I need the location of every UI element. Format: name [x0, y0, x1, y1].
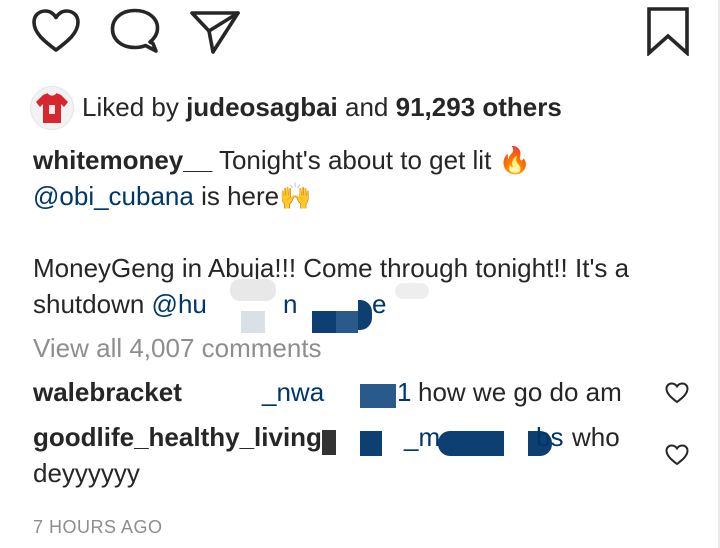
- comment-2-text: who: [572, 422, 620, 452]
- comment-1-username[interactable]: walebracket: [33, 377, 182, 407]
- bookmark-save-icon[interactable]: [646, 6, 690, 56]
- caption-line-4: shutdown @hu: [33, 288, 207, 320]
- comment-2-username[interactable]: goodlife_healthy_living: [33, 422, 322, 452]
- comment-bubble-icon[interactable]: [109, 7, 161, 55]
- caption-text-1: Tonight's about to get lit: [218, 145, 492, 175]
- jersey-avatar-icon: [36, 92, 68, 123]
- comment-2: goodlife_healthy_living: [33, 421, 322, 453]
- redaction-block: [360, 384, 396, 408]
- caption-text-4: shutdown: [33, 289, 145, 319]
- caption-mention-obi-cubana[interactable]: @obi_cubana: [33, 181, 194, 211]
- liker-avatar[interactable]: [30, 86, 74, 130]
- likes-text: Liked by judeosagbai and 91,293 others: [82, 93, 562, 121]
- redaction-block: [438, 431, 504, 456]
- likes-prefix: Liked by: [82, 92, 179, 122]
- comment-2-mention-fragment[interactable]: _m: [404, 421, 440, 453]
- like-heart-icon[interactable]: [30, 8, 82, 54]
- caption-line-2: @obi_cubana is here🙌: [33, 180, 312, 212]
- caption-text-2: is here: [201, 181, 280, 211]
- redaction-block: [241, 311, 265, 333]
- caption-username[interactable]: whitemoney__: [33, 145, 212, 175]
- likes-summary[interactable]: Liked by judeosagbai and 91,293 others: [30, 86, 690, 130]
- comment-1-mention-fragment[interactable]: _nwa: [262, 376, 324, 408]
- comment-1: walebracket: [33, 376, 182, 408]
- comment-1-like-heart-icon[interactable]: [664, 381, 690, 405]
- post-timestamp: 7 HOURS AGO: [33, 517, 163, 537]
- share-paper-plane-icon[interactable]: [188, 9, 242, 55]
- redaction-block: [322, 430, 336, 455]
- comment-2-like-heart-icon[interactable]: [664, 443, 690, 467]
- comment-1-mention-fragment-2[interactable]: 1: [397, 376, 411, 408]
- redaction-block: [395, 283, 429, 299]
- comment-2-mention-fragment-2[interactable]: bs: [536, 421, 563, 453]
- caption-mention-fragment[interactable]: @hu: [152, 289, 207, 319]
- redaction-block: [360, 431, 382, 456]
- caption-mention-fragment-3[interactable]: e: [372, 288, 386, 320]
- raised-hands-emoji-icon: 🙌: [279, 181, 312, 211]
- comment-1-text: how we go do am: [418, 377, 622, 407]
- likes-conjunction: and: [345, 92, 389, 122]
- liker-username[interactable]: judeosagbai: [186, 92, 338, 122]
- caption-line-3: MoneyGeng in Abuja!!! Come through tonig…: [33, 253, 630, 283]
- likes-count[interactable]: 91,293 others: [396, 92, 562, 122]
- view-all-comments-link[interactable]: View all 4,007 comments: [33, 332, 322, 364]
- redaction-block: [336, 311, 358, 333]
- comment-2-text-line-2: deyyyyyy: [33, 458, 140, 488]
- redaction-block: [230, 279, 276, 301]
- fire-emoji-icon: 🔥: [498, 145, 531, 175]
- caption-mention-fragment-2[interactable]: n: [283, 288, 297, 320]
- redaction-block: [358, 300, 372, 330]
- redaction-block: [312, 311, 336, 333]
- caption-line-1: whitemoney__ Tonight's about to get lit …: [33, 144, 531, 176]
